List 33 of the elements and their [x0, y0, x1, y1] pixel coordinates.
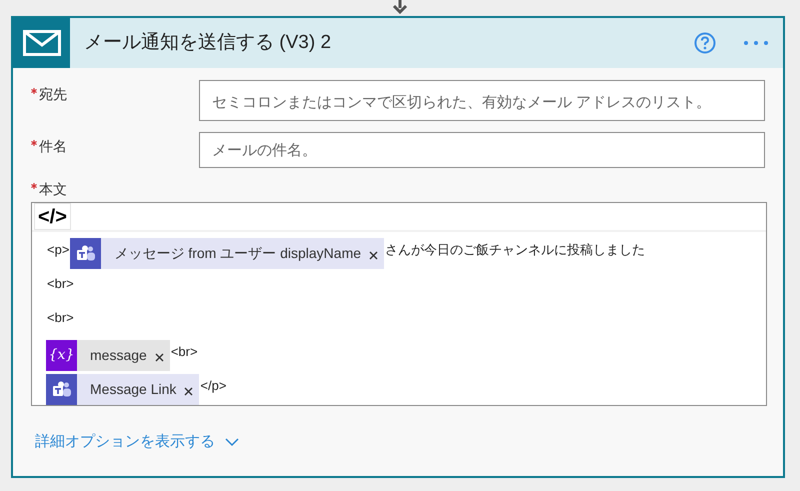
html-text: <br> — [46, 275, 75, 293]
token-label: Message Link — [90, 380, 176, 399]
code-view-button[interactable]: </> — [34, 203, 71, 230]
remove-icon[interactable] — [184, 386, 194, 396]
variable-icon: {x} — [46, 340, 77, 371]
dynamic-content-token[interactable]: メッセージ from ユーザー displayName — [70, 238, 384, 269]
dynamic-content-token[interactable]: Message Link — [46, 374, 200, 405]
more-options-icon[interactable] — [743, 40, 769, 46]
input-field[interactable]: セミコロンまたはコンマで区切られた、有効なメール アドレスのリスト。 — [199, 80, 765, 121]
card-header[interactable]: メール通知を送信する (V3) 2 — [13, 18, 783, 68]
remove-icon[interactable] — [369, 250, 378, 260]
advanced-options-link[interactable]: 詳細オプションを表示する — [35, 431, 215, 454]
team-icon — [52, 380, 72, 398]
remove-icon[interactable] — [154, 352, 164, 362]
help-icon[interactable] — [694, 32, 716, 54]
card-title: メール通知を送信する (V3) 2 — [84, 30, 332, 55]
html-text: <br> — [46, 309, 75, 327]
connector-arrow-icon — [390, 0, 410, 14]
token-label: message — [90, 346, 147, 365]
chevron-down-icon[interactable] — [225, 438, 239, 447]
input-field[interactable]: メールの件名。 — [199, 132, 765, 168]
html-text: </p> — [199, 377, 228, 395]
body-editor[interactable]: </> <p> メッセージ from ユーザー displayName さんが今日のご飯チャンネルに投稿しました <br> <br> {x} message <br> Message Link </p> — [31, 202, 767, 406]
field-label: 宛先 — [39, 85, 67, 104]
team-icon — [76, 244, 96, 262]
field-label: 件名 — [39, 137, 67, 156]
field-label: 本文 — [39, 180, 67, 199]
html-text: <p> — [46, 241, 70, 259]
envelope-icon — [22, 30, 60, 56]
html-text: <br> — [170, 343, 199, 361]
dynamic-content-token[interactable]: {x} message — [46, 340, 170, 371]
token-label: メッセージ from ユーザー displayName — [114, 244, 362, 263]
html-text: さんが今日のご飯チャンネルに投稿しました — [384, 241, 646, 259]
